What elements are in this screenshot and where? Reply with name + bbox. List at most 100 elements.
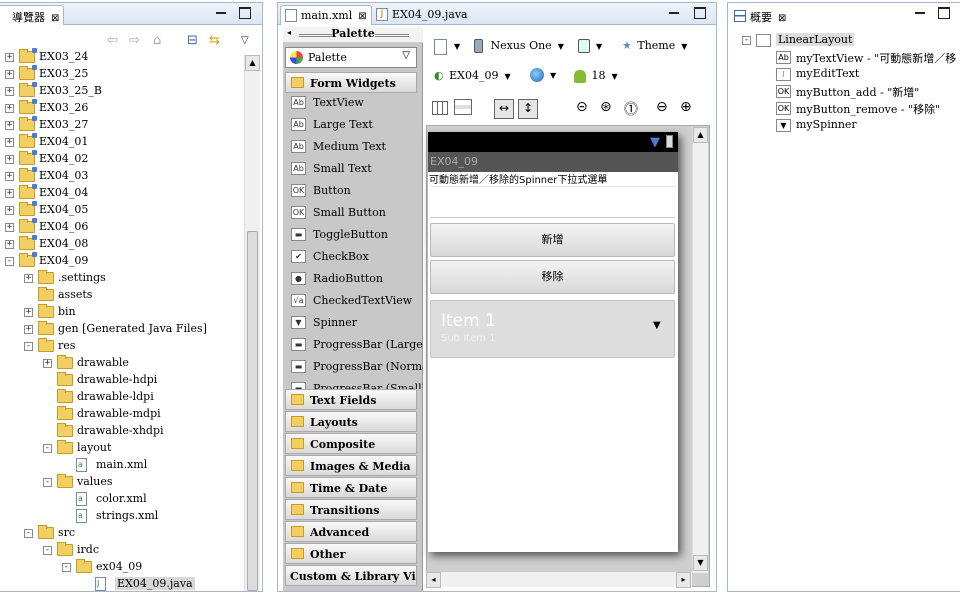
tree-item[interactable]: - ex04_09 <box>0 559 239 576</box>
palette-category[interactable]: Text Fields <box>285 389 417 410</box>
activity-select[interactable]: ◐ EX04_09 ▼ <box>434 69 511 82</box>
expand-icon[interactable]: + <box>5 206 14 215</box>
config-icon[interactable] <box>434 39 447 55</box>
palette-category[interactable]: Other <box>285 543 417 564</box>
tab-ex04-09-java[interactable]: J EX04_09.java <box>374 8 468 21</box>
minimize-icon[interactable] <box>914 7 926 19</box>
scroll-up-arrow-icon[interactable]: ▲ <box>245 55 260 71</box>
preview-add-button[interactable]: 新增 <box>430 223 675 257</box>
fill-height-icon[interactable]: ↕ <box>518 99 538 119</box>
tree-item[interactable]: a color.xml <box>0 491 239 508</box>
minimize-icon[interactable] <box>215 7 227 19</box>
tree-item[interactable]: - irdc <box>0 542 239 559</box>
close-icon[interactable]: ⊠ <box>358 11 366 22</box>
expand-icon[interactable]: + <box>5 104 14 113</box>
orientation-select[interactable]: ▼ <box>578 39 602 53</box>
layout-vertical-icon[interactable] <box>454 99 472 115</box>
tree-item[interactable]: + bin <box>0 304 239 321</box>
collapse-palette-icon[interactable]: ◂ <box>287 28 291 37</box>
expand-icon[interactable]: + <box>24 274 33 283</box>
scrollbar-thumb[interactable] <box>247 231 258 591</box>
link-editor-icon[interactable]: ⇆ <box>209 33 220 48</box>
forward-icon[interactable]: ⇨ <box>129 33 140 48</box>
expand-icon[interactable]: + <box>5 240 14 249</box>
canvas-scrollbar[interactable]: ▲ ▼ <box>692 127 708 573</box>
tree-item[interactable]: - EX04_09 <box>0 252 239 270</box>
tree-item[interactable]: a strings.xml <box>0 508 239 525</box>
fill-width-icon[interactable]: ↔ <box>494 99 514 119</box>
collapse-icon[interactable]: - <box>43 546 52 555</box>
tree-item[interactable]: drawable-hdpi <box>0 372 239 389</box>
tree-item[interactable]: + EX04_06 <box>0 218 239 236</box>
zoom-out-icon[interactable]: ⊖ <box>656 99 676 119</box>
close-icon[interactable]: ⊠ <box>51 13 59 24</box>
tree-item[interactable]: + EX04_03 <box>0 167 239 185</box>
tree-item[interactable]: + EX03_27 <box>0 116 239 134</box>
tree-item[interactable]: + EX03_26 <box>0 99 239 117</box>
expand-icon[interactable]: + <box>5 155 14 164</box>
tree-item[interactable]: + EX03_24 <box>0 48 239 66</box>
zoom-real-size-icon[interactable]: ⊝ <box>576 99 596 119</box>
tree-item[interactable]: + EX04_05 <box>0 201 239 219</box>
palette-category[interactable]: Composite <box>285 433 417 454</box>
tree-item[interactable]: + EX04_02 <box>0 150 239 168</box>
maximize-icon[interactable] <box>239 7 251 19</box>
palette-category[interactable]: Images & Media <box>285 455 417 476</box>
preview-spinner[interactable]: Item 1 Sub Item 1 ▼ <box>430 300 675 358</box>
preview-remove-button[interactable]: 移除 <box>430 260 675 294</box>
expand-icon[interactable]: + <box>5 223 14 232</box>
tree-item[interactable]: + EX03_25_B <box>0 82 239 100</box>
expand-icon[interactable]: + <box>5 53 14 62</box>
tree-item[interactable]: assets <box>0 287 239 304</box>
locale-select[interactable]: ▼ <box>530 68 556 82</box>
palette-category[interactable]: Advanced <box>285 521 417 542</box>
preview-textview[interactable]: 可動態新增／移除的Spinner下拉式選單 <box>429 171 607 186</box>
palette-category[interactable]: Time & Date <box>285 477 417 498</box>
zoom-fit-icon[interactable]: ⊛ <box>600 99 620 119</box>
close-icon[interactable]: ⊠ <box>778 13 786 24</box>
tree-item[interactable]: + .settings <box>0 270 239 287</box>
collapse-all-icon[interactable]: ⊟ <box>187 33 198 48</box>
zoom-100-icon[interactable]: ⓵ <box>624 99 644 119</box>
canvas-hscrollbar[interactable]: ◂ ▸ <box>426 571 692 588</box>
tree-item[interactable]: + EX04_01 <box>0 133 239 151</box>
outline-tab[interactable]: 概要 ⊠ <box>732 9 786 25</box>
zoom-in-icon[interactable]: ⊕ <box>680 99 700 119</box>
collapse-icon[interactable]: - <box>43 444 52 453</box>
palette-category[interactable]: Custom & Library Views <box>285 565 417 586</box>
navigator-tab[interactable]: 導覽器 ⊠ <box>0 5 65 25</box>
expand-icon[interactable]: + <box>5 121 14 130</box>
tree-item[interactable]: - layout <box>0 440 239 457</box>
scroll-down-arrow-icon[interactable]: ▼ <box>693 555 708 571</box>
expand-icon[interactable]: + <box>43 359 52 368</box>
tree-item[interactable]: drawable-ldpi <box>0 389 239 406</box>
palette-category[interactable]: Transitions <box>285 499 417 520</box>
collapse-icon[interactable]: - <box>742 36 751 45</box>
home-icon[interactable]: ⌂ <box>153 33 161 48</box>
preview-edittext[interactable] <box>430 186 675 218</box>
maximize-icon[interactable] <box>694 7 706 19</box>
expand-icon[interactable]: + <box>5 172 14 181</box>
api-select[interactable]: 18 ▼ <box>574 69 618 83</box>
chevron-down-icon[interactable]: ▼ <box>454 42 460 51</box>
tree-item[interactable]: - values <box>0 474 239 491</box>
tree-item[interactable]: drawable-xhdpi <box>0 423 239 440</box>
expand-icon[interactable]: + <box>24 325 33 334</box>
collapse-icon[interactable]: - <box>24 529 33 538</box>
expand-icon[interactable]: + <box>5 70 14 79</box>
collapse-icon[interactable]: - <box>43 478 52 487</box>
tree-item[interactable]: a main.xml <box>0 457 239 474</box>
expand-icon[interactable]: + <box>5 138 14 147</box>
device-select[interactable]: Nexus One ▼ <box>474 39 564 53</box>
view-menu-icon[interactable]: ▽ <box>241 35 249 46</box>
collapse-icon[interactable]: - <box>62 563 71 572</box>
tree-item[interactable]: - res <box>0 338 239 355</box>
tree-item[interactable]: - src <box>0 525 239 542</box>
category-form-widgets[interactable]: Form Widgets <box>285 72 417 93</box>
palette-mode-select[interactable]: Palette ▽ <box>285 47 417 68</box>
tree-item[interactable]: + drawable <box>0 355 239 372</box>
expand-icon[interactable]: + <box>5 87 14 96</box>
palette-category[interactable]: Layouts <box>285 411 417 432</box>
theme-select[interactable]: ★ Theme ▼ <box>622 39 687 52</box>
tree-item[interactable]: + gen [Generated Java Files] <box>0 321 239 338</box>
